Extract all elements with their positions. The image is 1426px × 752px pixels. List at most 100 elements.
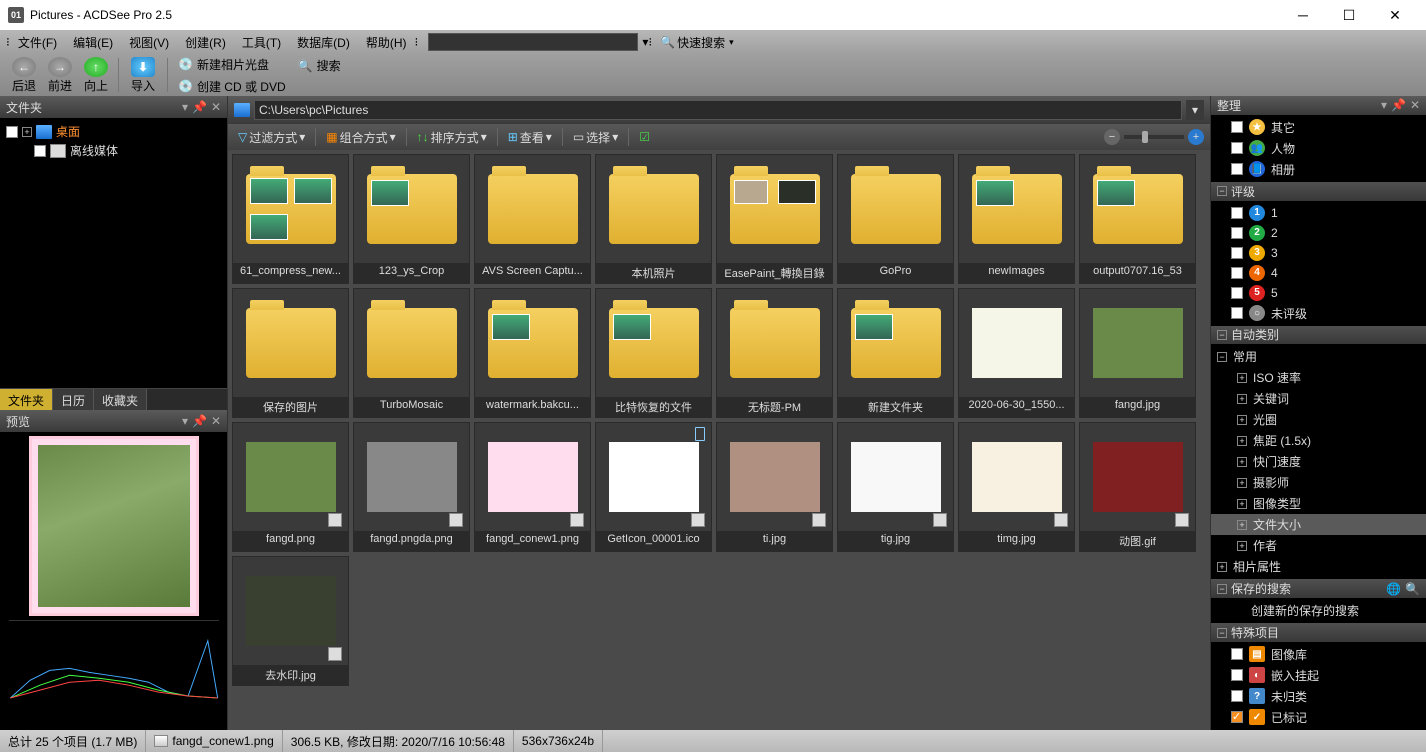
thumbnail-item[interactable]: watermark.bakcu... — [474, 288, 591, 418]
checkbox[interactable] — [1231, 163, 1243, 175]
zoom-slider[interactable] — [1124, 135, 1184, 139]
checkbox[interactable] — [34, 145, 46, 157]
import-button[interactable]: ⬇导入 — [123, 57, 163, 94]
panel-close-icon[interactable]: ✕ — [211, 414, 221, 428]
ac-fileattr[interactable]: 相片属性 — [1233, 558, 1281, 575]
minimize-button[interactable]: ─ — [1280, 0, 1326, 30]
thumbnail-item[interactable]: 比特恢复的文件 — [595, 288, 712, 418]
select-button[interactable]: ▭选择 ▾ — [569, 127, 622, 148]
menu-file[interactable]: 文件(F) — [10, 32, 65, 53]
path-input[interactable] — [254, 100, 1182, 120]
rating-3[interactable]: 3 — [1271, 246, 1278, 260]
ac-imgtype[interactable]: 图像类型 — [1253, 495, 1301, 512]
thumbnail-item[interactable]: 61_compress_new... — [232, 154, 349, 284]
path-dropdown[interactable]: ▾ — [1186, 100, 1204, 120]
forward-button[interactable]: →前进 — [42, 57, 78, 94]
sort-button[interactable]: ↑↓排序方式 ▾ — [413, 127, 491, 148]
expand-icon[interactable]: + — [1237, 436, 1247, 446]
menu-view[interactable]: 视图(V) — [121, 32, 177, 53]
thumbnail-item[interactable]: 新建文件夹 — [837, 288, 954, 418]
checkbox[interactable] — [6, 126, 18, 138]
search-icon[interactable]: 🔍 — [1405, 582, 1420, 596]
ac-photographer[interactable]: 摄影师 — [1253, 474, 1289, 491]
expand-icon[interactable]: + — [1237, 373, 1247, 383]
panel-menu-icon[interactable]: ▾ — [182, 100, 188, 114]
tree-offline[interactable]: 离线媒体 — [70, 142, 118, 159]
checkbox[interactable] — [1231, 247, 1243, 259]
thumbnail-item[interactable]: timg.jpg — [958, 422, 1075, 552]
expand-icon[interactable]: + — [1237, 478, 1247, 488]
folder-tree[interactable]: +桌面 离线媒体 — [0, 118, 227, 388]
new-saved-search[interactable]: 创建新的保存的搜索 — [1251, 602, 1359, 619]
ac-keyword[interactable]: 关键词 — [1253, 390, 1289, 407]
expand-icon[interactable]: + — [1237, 394, 1247, 404]
thumbnail-item[interactable]: 动图.gif — [1079, 422, 1196, 552]
tab-calendar[interactable]: 日历 — [53, 389, 94, 410]
expand-icon[interactable]: + — [1237, 541, 1247, 551]
thumbnail-item[interactable]: TurboMosaic — [353, 288, 470, 418]
new-disc-button[interactable]: 💿新建相片光盘 — [172, 54, 292, 75]
thumbnail-item[interactable]: 保存的图片 — [232, 288, 349, 418]
ac-filesize[interactable]: 文件大小 — [1253, 516, 1301, 533]
thumbnail-item[interactable]: GoPro — [837, 154, 954, 284]
panel-menu-icon[interactable]: ▾ — [1381, 98, 1387, 112]
ac-focal[interactable]: 焦距 (1.5x) — [1253, 432, 1311, 449]
panel-menu-icon[interactable]: ▾ — [182, 414, 188, 428]
checkbox[interactable] — [1231, 267, 1243, 279]
quicksearch-button[interactable]: 🔍 快速搜索 ▾ — [660, 34, 734, 51]
pin-icon[interactable]: 📌 — [1391, 98, 1406, 112]
checkbox[interactable] — [1231, 690, 1243, 702]
thumbnail-item[interactable]: ti.jpg — [716, 422, 833, 552]
expand-icon[interactable]: + — [1237, 415, 1247, 425]
search-button[interactable]: 🔍搜索 — [292, 55, 347, 76]
globe-icon[interactable]: 🌐 — [1386, 582, 1401, 596]
tab-folders[interactable]: 文件夹 — [0, 389, 53, 410]
ac-iso[interactable]: ISO 速率 — [1253, 369, 1301, 386]
expand-icon[interactable]: + — [1217, 562, 1227, 572]
collapse-icon[interactable]: − — [1217, 352, 1227, 362]
sp-imglib[interactable]: 图像库 — [1271, 646, 1307, 663]
thumbnail-item[interactable]: 123_ys_Crop — [353, 154, 470, 284]
checkbox[interactable] — [1231, 142, 1243, 154]
thumbnail-item[interactable]: newImages — [958, 154, 1075, 284]
filter-button[interactable]: ▽过滤方式 ▾ — [234, 127, 309, 148]
thumbnail-item[interactable]: EasePaint_轉換目錄 — [716, 154, 833, 284]
thumbnail-item[interactable]: fangd.png — [232, 422, 349, 552]
create-cd-button[interactable]: 💿创建 CD 或 DVD — [172, 76, 292, 97]
thumbnail-item[interactable]: 无标题-PM — [716, 288, 833, 418]
checkbox[interactable] — [1231, 287, 1243, 299]
pin-icon[interactable]: 📌 — [192, 100, 207, 114]
checkbox[interactable] — [1231, 227, 1243, 239]
rating-5[interactable]: 5 — [1271, 286, 1278, 300]
checkbox[interactable] — [1231, 307, 1243, 319]
cat-people[interactable]: 人物 — [1271, 140, 1295, 157]
panel-close-icon[interactable]: ✕ — [1410, 98, 1420, 112]
expand-icon[interactable]: + — [1237, 520, 1247, 530]
close-button[interactable]: ✕ — [1372, 0, 1418, 30]
check-button[interactable]: ☑ — [635, 128, 654, 146]
view-button[interactable]: ⊞查看 ▾ — [504, 127, 556, 148]
rating-2[interactable]: 2 — [1271, 226, 1278, 240]
thumbnail-item[interactable]: fangd_conew1.png — [474, 422, 591, 552]
maximize-button[interactable]: ☐ — [1326, 0, 1372, 30]
cat-album[interactable]: 相册 — [1271, 161, 1295, 178]
sp-tagged[interactable]: 已标记 — [1271, 709, 1307, 726]
thumbnail-item[interactable]: fangd.pngda.png — [353, 422, 470, 552]
rating-4[interactable]: 4 — [1271, 266, 1278, 280]
zoom-in-button[interactable]: + — [1188, 129, 1204, 145]
tab-favorites[interactable]: 收藏夹 — [94, 389, 147, 410]
menu-help[interactable]: 帮助(H) — [358, 32, 415, 53]
checkbox[interactable] — [1231, 648, 1243, 660]
menu-create[interactable]: 创建(R) — [177, 32, 234, 53]
rating-1[interactable]: 1 — [1271, 206, 1278, 220]
menu-database[interactable]: 数据库(D) — [289, 32, 358, 53]
menu-tools[interactable]: 工具(T) — [234, 32, 289, 53]
rating-unrated[interactable]: 未评级 — [1271, 305, 1307, 322]
menu-edit[interactable]: 编辑(E) — [65, 32, 121, 53]
checkbox[interactable] — [1231, 207, 1243, 219]
thumbnail-item[interactable]: 本机照片 — [595, 154, 712, 284]
checkbox[interactable] — [1231, 711, 1243, 723]
thumbnail-item[interactable]: tig.jpg — [837, 422, 954, 552]
special-header[interactable]: −特殊项目 — [1211, 623, 1426, 642]
thumbnail-item[interactable]: GetIcon_00001.ico — [595, 422, 712, 552]
